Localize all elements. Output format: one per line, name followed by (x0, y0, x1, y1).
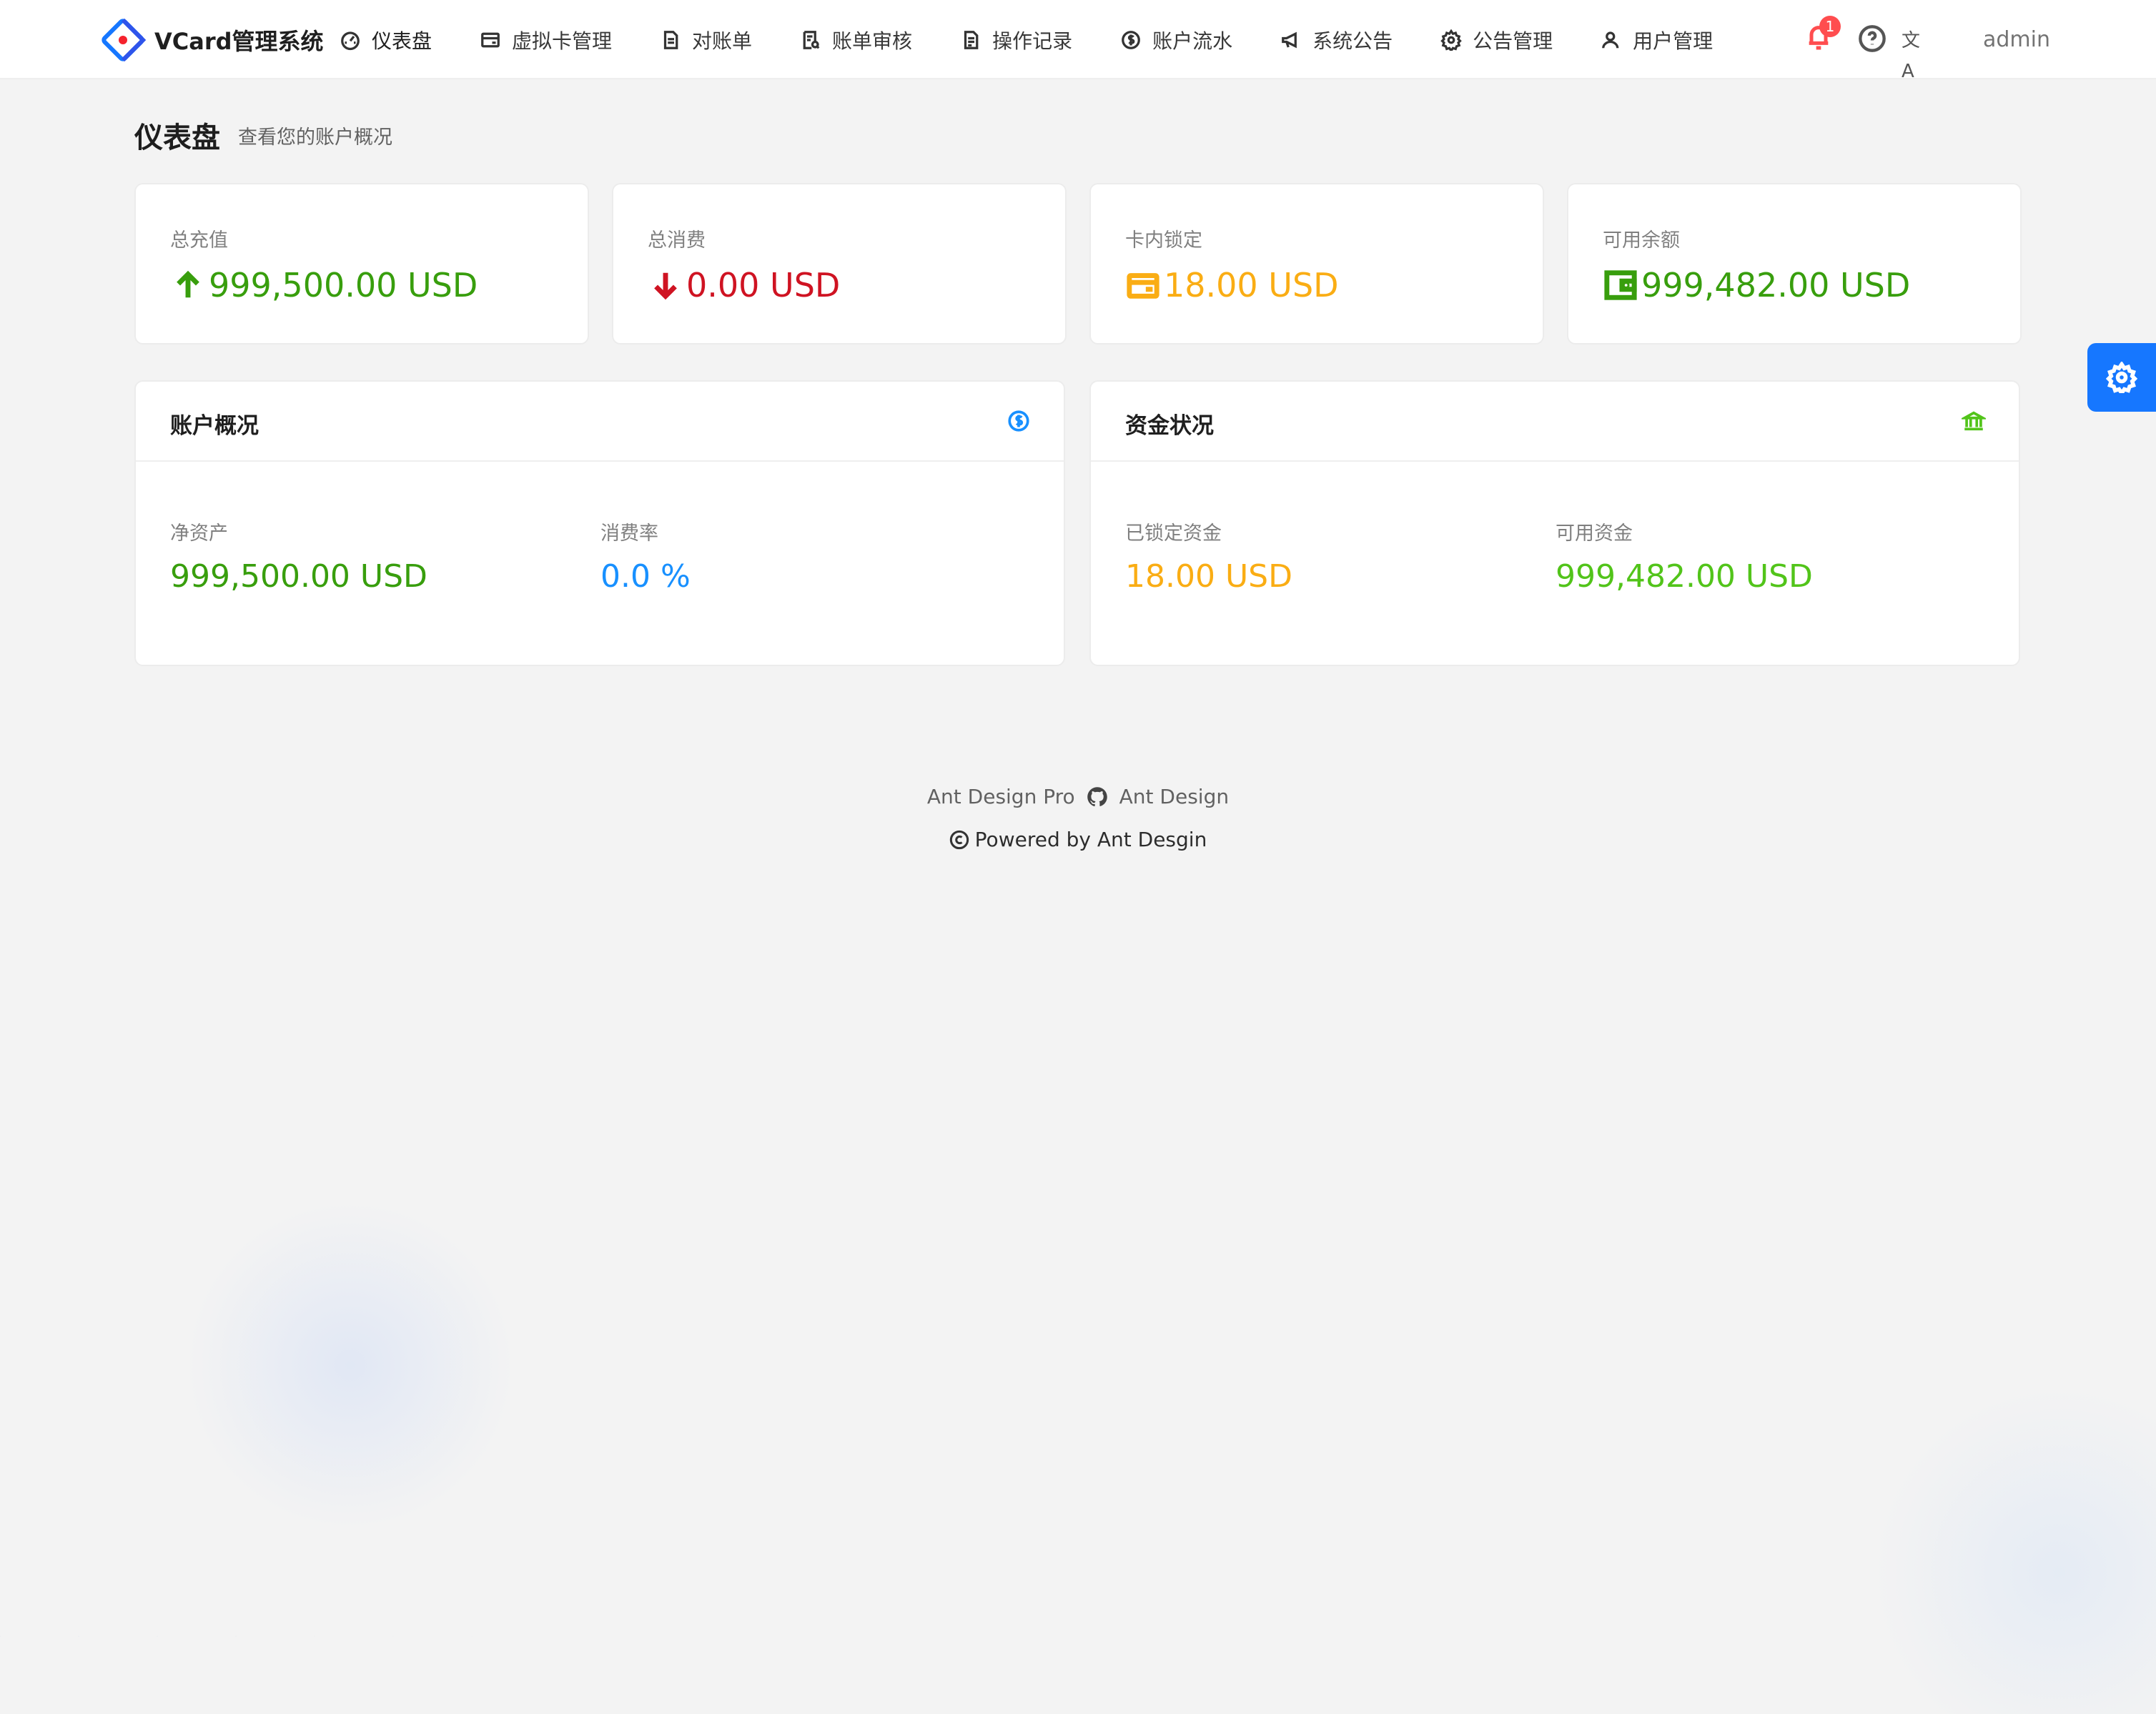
stat-value: 0.00 USD (686, 266, 841, 304)
dollar-circle-icon (1007, 409, 1031, 433)
gear-icon (1440, 29, 1463, 51)
dollar-circle-icon (1119, 29, 1142, 51)
document-icon (659, 29, 682, 51)
arrow-down-icon (648, 267, 683, 303)
logo-icon (102, 18, 147, 62)
stat-value-row: 999,500.00 USD (170, 266, 478, 304)
stat-label: 卡内锁定 (1125, 229, 1202, 252)
notification-badge: 1 (1819, 16, 1841, 37)
card-icon (479, 29, 502, 51)
copyright-text: Powered by Ant Desgin (974, 828, 1207, 851)
main-nav: 仪表盘 虚拟卡管理 对账单 账单审核 操作记录 账户流水 系统公告 公告管理 用… (339, 0, 1760, 79)
metric-locked-funds: 已锁定资金 18.00 USD (1125, 517, 1292, 595)
stat-card-available: 可用余额 999,482.00 USD (1567, 183, 2022, 345)
nav-item-label: 系统公告 (1312, 29, 1393, 53)
footer-link-ant-design[interactable]: Ant Design (1119, 785, 1229, 808)
wallet-icon (1603, 267, 1638, 303)
nav-item-virtual-cards[interactable]: 虚拟卡管理 (479, 0, 612, 79)
stat-value-row: 999,482.00 USD (1603, 266, 1910, 304)
audit-icon (799, 29, 822, 51)
stat-card-total-recharge: 总充值 999,500.00 USD (134, 183, 589, 345)
panel-title: 资金状况 (1125, 413, 1214, 439)
metric-label: 净资产 (170, 522, 228, 545)
dashboard-icon (339, 29, 362, 51)
copyright-icon (949, 830, 969, 850)
arrow-up-icon (170, 267, 206, 303)
nav-item-label: 仪表盘 (372, 29, 432, 53)
page-title: 仪表盘 (134, 122, 220, 154)
metric-label: 消费率 (600, 522, 658, 545)
metric-spend-rate: 消费率 0.0 % (600, 517, 691, 595)
nav-item-label: 操作记录 (992, 29, 1073, 53)
metric-value: 999,482.00 USD (1556, 558, 1813, 595)
panel-header: 账户概况 (136, 382, 1064, 462)
stat-value: 999,500.00 USD (209, 266, 478, 304)
panel-title: 账户概况 (170, 413, 259, 439)
nav-item-label: 用户管理 (1633, 29, 1714, 53)
github-icon[interactable] (1087, 786, 1108, 808)
background-pattern (0, 1501, 500, 1714)
nav-item-label: 对账单 (692, 29, 753, 53)
nav-item-label: 账户流水 (1152, 29, 1233, 53)
nav-item-bill-audit[interactable]: 账单审核 (799, 0, 912, 79)
metric-value: 18.00 USD (1125, 558, 1292, 595)
nav-item-label: 账单审核 (832, 29, 913, 53)
nav-item-account-flow[interactable]: 账户流水 (1119, 0, 1232, 79)
log-icon (959, 29, 982, 51)
nav-item-statements[interactable]: 对账单 (659, 0, 752, 79)
nav-item-label: 公告管理 (1473, 29, 1553, 53)
translate-icon: 文A (1902, 30, 1921, 82)
user-icon (1600, 29, 1623, 51)
gear-icon (2106, 362, 2137, 393)
background-decoration (186, 1201, 515, 1530)
app-logo[interactable]: VCard管理系统 (99, 16, 324, 64)
language-switch[interactable]: 文A (1902, 24, 1930, 82)
metric-value: 999,500.00 USD (170, 558, 427, 595)
stat-label: 可用余额 (1603, 229, 1680, 252)
app-title: VCard管理系统 (154, 28, 324, 55)
metric-label: 已锁定资金 (1125, 522, 1222, 545)
panel-account-overview: 账户概况 净资产 999,500.00 USD 消费率 0.0 % (134, 380, 1065, 666)
stat-card-total-spend: 总消费 0.00 USD (612, 183, 1067, 345)
stat-card-locked: 卡内锁定 18.00 USD (1089, 183, 1544, 345)
metric-label: 可用资金 (1556, 522, 1633, 545)
bank-icon (1959, 409, 1988, 433)
page-subtitle: 查看您的账户概况 (238, 127, 392, 149)
settings-drawer-button[interactable] (2087, 343, 2156, 412)
nav-item-dashboard[interactable]: 仪表盘 (339, 0, 432, 79)
footer-link-ant-design-pro[interactable]: Ant Design Pro (927, 785, 1075, 808)
nav-item-operation-log[interactable]: 操作记录 (959, 0, 1072, 79)
stat-value: 999,482.00 USD (1641, 266, 1911, 304)
current-user[interactable]: admin (1983, 27, 2050, 52)
panel-fund-status: 资金状况 已锁定资金 18.00 USD 可用资金 999,482.00 USD (1089, 380, 2020, 666)
stat-value: 18.00 USD (1164, 266, 1339, 304)
nav-item-label: 虚拟卡管理 (512, 29, 613, 53)
help-button[interactable] (1858, 24, 1886, 53)
credit-card-icon (1125, 267, 1161, 303)
nav-item-announcements[interactable]: 系统公告 (1280, 0, 1393, 79)
question-circle-icon (1859, 25, 1886, 52)
stat-label: 总消费 (648, 229, 706, 252)
stat-label: 总充值 (170, 229, 228, 252)
nav-item-announcement-admin[interactable]: 公告管理 (1440, 0, 1553, 79)
metric-available-funds: 可用资金 999,482.00 USD (1556, 517, 1813, 595)
panel-header: 资金状况 (1091, 382, 2019, 462)
metric-value: 0.0 % (600, 558, 691, 595)
background-decoration (1873, 1387, 2156, 1714)
megaphone-icon (1280, 29, 1302, 51)
metric-net-assets: 净资产 999,500.00 USD (170, 517, 427, 595)
footer-links: Ant Design Pro Ant Design (0, 785, 2156, 808)
nav-item-user-admin[interactable]: 用户管理 (1600, 0, 1713, 79)
stat-value-row: 0.00 USD (648, 266, 840, 304)
stat-value-row: 18.00 USD (1125, 266, 1339, 304)
footer-copyright: Powered by Ant Desgin (0, 828, 2156, 851)
top-header: VCard管理系统 仪表盘 虚拟卡管理 对账单 账单审核 操作记录 账户流水 系… (0, 0, 2156, 82)
